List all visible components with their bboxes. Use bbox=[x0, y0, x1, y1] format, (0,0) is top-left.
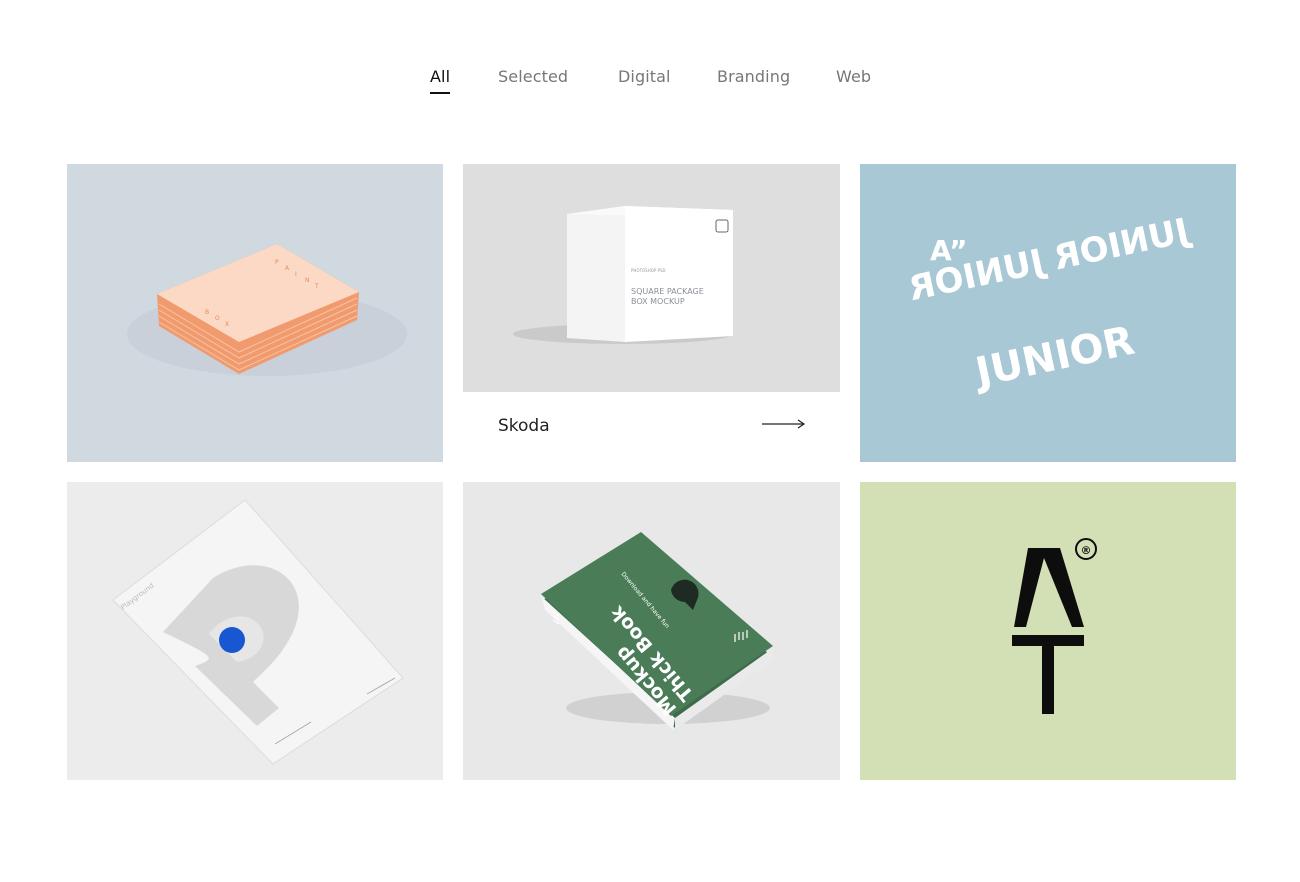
portfolio-item-business-cards[interactable]: B O X P A I N T bbox=[67, 164, 443, 462]
svg-text:BOX MOCKUP: BOX MOCKUP bbox=[631, 297, 685, 306]
filter-web[interactable]: Web bbox=[836, 64, 871, 90]
project-title[interactable]: Skoda bbox=[498, 416, 550, 436]
junior-typography-image: A” JUNIOR JUNIOR JUNIOR bbox=[860, 164, 1236, 462]
filter-digital[interactable]: Digital bbox=[618, 64, 671, 90]
svg-text:B: B bbox=[205, 309, 209, 316]
svg-text:PHOTOSHOP PSD: PHOTOSHOP PSD bbox=[631, 268, 666, 273]
playground-poster-image: Playground bbox=[67, 482, 443, 780]
business-cards-image: B O X P A I N T bbox=[67, 164, 443, 462]
portfolio-filter-nav: All Selected Digital Branding Web bbox=[0, 64, 1300, 104]
svg-text:T: T bbox=[314, 283, 319, 290]
project-caption: Skoda bbox=[463, 392, 840, 462]
svg-text:N: N bbox=[305, 277, 310, 284]
svg-text:P: P bbox=[275, 259, 279, 266]
thick-book-image: Thick Book Mockup Download and have fun bbox=[463, 482, 840, 780]
filter-selected[interactable]: Selected bbox=[498, 64, 568, 90]
svg-text:O: O bbox=[215, 315, 220, 322]
at-monogram-image: ® bbox=[860, 482, 1236, 780]
portfolio-item-at-monogram[interactable]: ® bbox=[860, 482, 1236, 780]
svg-text:SQUARE PACKAGE: SQUARE PACKAGE bbox=[631, 287, 704, 296]
long-arrow-right-icon[interactable] bbox=[762, 418, 806, 430]
svg-text:®: ® bbox=[1081, 544, 1092, 557]
portfolio-item-thick-book[interactable]: Thick Book Mockup Download and have fun bbox=[463, 482, 840, 780]
svg-text:X: X bbox=[225, 321, 229, 328]
portfolio-item-junior[interactable]: A” JUNIOR JUNIOR JUNIOR bbox=[860, 164, 1236, 462]
svg-text:I: I bbox=[295, 271, 297, 278]
portfolio-item-playground[interactable]: Playground bbox=[67, 482, 443, 780]
filter-all[interactable]: All bbox=[430, 64, 451, 94]
filter-branding[interactable]: Branding bbox=[717, 64, 790, 90]
portfolio-item-skoda[interactable]: PHOTOSHOP PSD SQUARE PACKAGE BOX MOCKUP … bbox=[463, 164, 840, 462]
